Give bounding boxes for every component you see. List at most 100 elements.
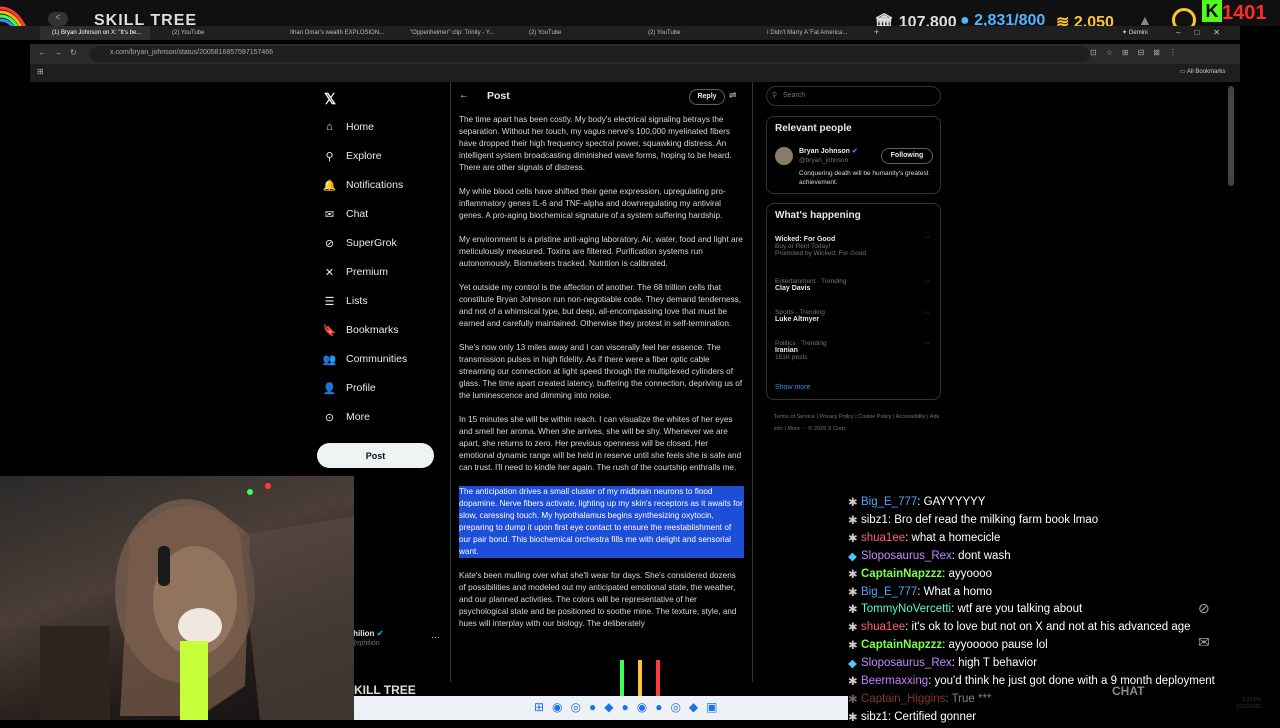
nav-bookmarks[interactable]: 🔖 Bookmarks — [323, 319, 399, 341]
reply-button[interactable]: Reply — [689, 89, 725, 105]
post-paragraph: The time apart has been costly. My body'… — [459, 115, 732, 172]
search-input[interactable]: ⚲ Search — [766, 86, 941, 106]
post-paragraph: Kate's been mulling over what she'll wea… — [459, 571, 737, 628]
following-button[interactable]: Following — [881, 148, 933, 164]
chat-message: ✱ shua1ee: it's ok to love but not on X a… — [848, 621, 1191, 635]
badge-icon: ✱ — [848, 640, 858, 653]
nav-home[interactable]: ⌂ Home — [323, 116, 374, 138]
chat-message: ✱ Big_E_777: GAYYYYYY — [848, 496, 986, 509]
chat-text: what a homecicle — [911, 531, 1001, 544]
chat-username[interactable]: TommyNoVercetti — [861, 603, 951, 615]
chat-text: wtf are you talking about — [957, 603, 1083, 616]
filter-icon[interactable]: ⇌ — [729, 90, 737, 101]
badge-icon: ✱ — [848, 622, 858, 635]
tab-youtube-6[interactable]: I Didn't Marry A 'Fat America... — [755, 26, 863, 40]
chat-username[interactable]: Big_E_777 — [861, 496, 917, 508]
back-arrow-icon[interactable]: ← — [459, 90, 469, 101]
chat-message: ◆ Sloposaurus_Rex: high T behavior — [848, 657, 1038, 671]
chat-username[interactable]: Captain_Higgins — [861, 693, 945, 705]
tab-x-post[interactable]: (1) Bryan Johnson on X: "It's be... — [40, 26, 150, 40]
people-icon: 👥 — [322, 353, 337, 366]
chat-text: True *** — [951, 692, 992, 705]
trend-more-icon[interactable]: ··· — [923, 234, 930, 241]
trend-item[interactable]: Wicked: For Good Buy or Rent Today! Prom… — [775, 236, 935, 257]
nav-chat[interactable]: ✉ Chat — [323, 203, 368, 225]
chat-username[interactable]: Sloposaurus_Rex — [861, 657, 952, 669]
chat-username[interactable]: CaptainNapzzz — [861, 568, 942, 580]
chat-username[interactable]: Beermaxxing — [861, 675, 928, 687]
chat-username[interactable]: Sloposaurus_Rex — [861, 550, 952, 562]
window-controls[interactable]: –□✕ — [1176, 28, 1234, 37]
nav-more[interactable]: ⊙ More — [323, 406, 370, 428]
trend-sub: Buy or Rent Today! — [775, 243, 831, 250]
trend-item[interactable]: Entertainment · Trending Clay Davis — [775, 278, 935, 292]
chat-message: ✱ sibz1: Certified gonner — [848, 710, 977, 724]
url-text[interactable]: x.com/bryan_johnson/status/2005816857597… — [110, 49, 273, 56]
badge-icon: ✱ — [848, 693, 858, 706]
grok-float-icon[interactable]: ⊘ — [1198, 600, 1210, 617]
chat-username[interactable]: sibz1 — [861, 514, 888, 526]
chat-text: What a homo — [923, 585, 993, 598]
streamer-silhouette — [40, 483, 354, 720]
footer-links[interactable]: Terms of Service | Privacy Policy | Cook… — [774, 411, 944, 435]
x-logo-icon[interactable]: 𝕏 — [324, 90, 336, 108]
chat-message: ✱ sibz1: Bro def read the milking farm bo… — [848, 513, 1099, 527]
chat-message: ✱ Big_E_777: What a homo — [848, 585, 993, 599]
messages-float-icon[interactable]: ✉ — [1198, 634, 1210, 651]
nav-lists[interactable]: ☰ Lists — [323, 290, 368, 312]
person-name[interactable]: Bryan Johnson ✔ — [799, 147, 858, 155]
chat-text: it's ok to love but not on X and not at … — [911, 621, 1191, 634]
relevant-people-title: Relevant people — [775, 123, 852, 134]
nav-supergrok[interactable]: ⊘ SuperGrok — [323, 232, 397, 254]
account-name[interactable]: rhilion ✔ — [350, 629, 383, 638]
list-icon: ☰ — [324, 295, 335, 308]
chat-text: you'd think he just got done with a 9 mo… — [934, 675, 1215, 688]
gemini-button[interactable]: ✦ Gemini — [1122, 29, 1148, 36]
trend-item[interactable]: Sports · Trending Luke Altmyer — [775, 309, 935, 323]
trend-context: Sports · Trending — [775, 309, 825, 316]
nav-explore[interactable]: ⚲ Explore — [323, 145, 381, 167]
nav-notifications[interactable]: 🔔 Notifications — [323, 174, 404, 196]
person-bio: Conquering death will be humanity's grea… — [799, 170, 929, 186]
nav-communities[interactable]: 👥 Communities — [322, 348, 408, 370]
chat-username[interactable]: sibz1 — [861, 711, 888, 723]
page-scrollbar[interactable] — [1228, 86, 1234, 186]
trend-name: Wicked: For Good — [775, 236, 836, 243]
toolbar-icons[interactable]: ⊡☆⊞⊟⊠⋮ — [1090, 48, 1186, 57]
chat-message: ✱ CaptainNapzzz: ayyooooo pause lol — [848, 639, 1048, 653]
chat-username[interactable]: Big_E_777 — [861, 586, 917, 598]
nav-arrows-icon[interactable]: ←→↻ — [38, 48, 85, 57]
nav-premium[interactable]: ✕ Premium — [323, 261, 388, 283]
whats-happening-title: What's happening — [775, 210, 861, 221]
taskbar-icons[interactable]: ⊞◉◎●◆●◉●◎◆▣ — [534, 700, 725, 714]
badge-icon: ✱ — [848, 514, 858, 527]
search-icon: ⚲ — [325, 150, 334, 163]
back-arrow-icon[interactable]: < — [48, 12, 68, 26]
chat-username[interactable]: CaptainNapzzz — [861, 639, 942, 651]
apps-grid-icon[interactable]: ⊞ — [37, 67, 44, 76]
trend-more-icon[interactable]: ··· — [923, 309, 930, 316]
trend-more-icon[interactable]: ··· — [923, 340, 930, 347]
column-divider-left — [450, 82, 451, 682]
all-bookmarks[interactable]: ▭ All Bookmarks — [1180, 68, 1225, 75]
chat-text: GAYYYYYY — [923, 496, 986, 508]
avatar[interactable] — [775, 147, 793, 165]
show-more-link[interactable]: Show more — [775, 384, 810, 391]
tab-youtube-3[interactable]: "Oppenheimer" clip: Trinity - Y... — [398, 26, 506, 40]
post-button[interactable]: Post — [317, 443, 434, 468]
trend-more-icon[interactable]: ··· — [923, 278, 930, 285]
nav-profile[interactable]: 👤 Profile — [323, 377, 376, 399]
tab-youtube-1[interactable]: (2) YouTube — [160, 26, 268, 40]
new-tab-button[interactable]: + — [874, 27, 879, 37]
account-more-icon[interactable]: ··· — [431, 632, 440, 642]
tab-youtube-2[interactable]: Ilhan Omar's wealth EXPLOSION... — [278, 26, 386, 40]
chat-username[interactable]: shua1ee — [861, 532, 905, 544]
trend-item[interactable]: Politics · Trending Iranian 151K posts — [775, 340, 935, 361]
chat-username[interactable]: shua1ee — [861, 621, 905, 633]
trend-context: Politics · Trending — [775, 340, 827, 347]
person-icon: 👤 — [322, 382, 337, 395]
chat-text: Bro def read the milking farm book lmao — [894, 513, 1099, 526]
tab-youtube-4[interactable]: (2) YouTube — [517, 26, 625, 40]
bar-decoration-red — [656, 660, 660, 696]
tab-youtube-5[interactable]: (2) YouTube — [636, 26, 744, 40]
